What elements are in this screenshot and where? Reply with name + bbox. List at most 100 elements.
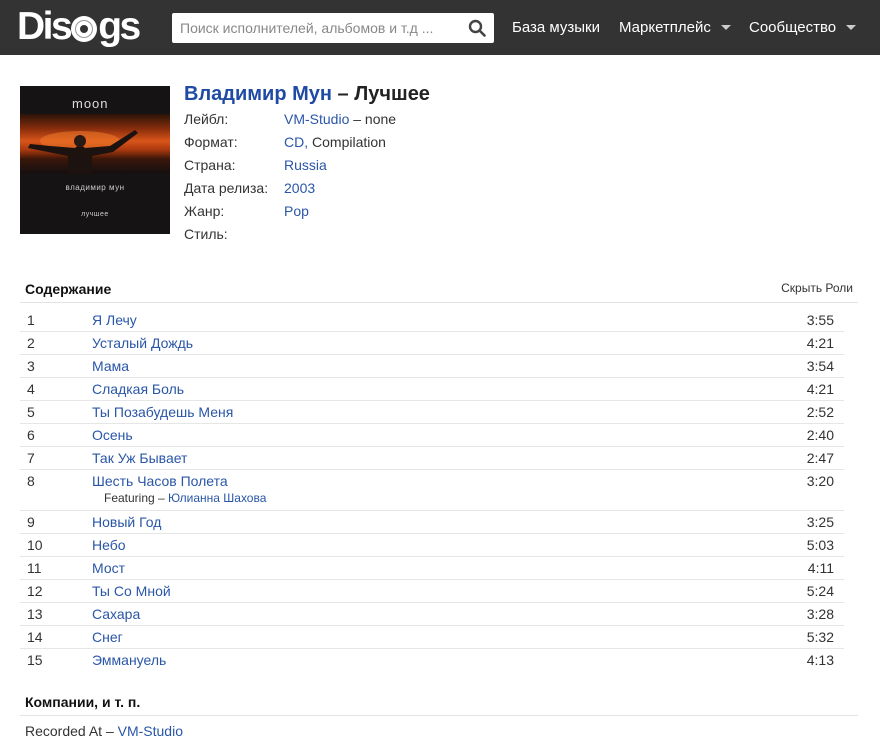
style-label: Стиль: (184, 226, 228, 242)
tracklist-header: Содержание Скрыть Роли (20, 277, 858, 303)
track-title-link[interactable]: Снег (92, 628, 123, 646)
hide-credits-toggle[interactable]: Скрыть Роли (781, 281, 853, 295)
label-link[interactable]: VM-Studio (284, 111, 349, 127)
track-position: 11 (27, 560, 42, 576)
track-row: 12 Ты Со Мной 5:24 (20, 580, 844, 603)
companies-header: Компании, и т. п. (20, 690, 858, 716)
track-position: 2 (27, 335, 35, 351)
track-position: 9 (27, 514, 35, 530)
credit-artist-link[interactable]: Юлианна Шахова (168, 491, 266, 505)
track-position: 5 (27, 404, 35, 420)
track-title-link[interactable]: Эммануель (92, 651, 166, 669)
track-row: 2 Усталый Дождь 4:21 (20, 332, 844, 355)
search-box (172, 13, 494, 43)
page-title: Владимир Мун – Лучшее (184, 83, 430, 106)
track-credit: Featuring – Юлианна Шахова (104, 491, 266, 505)
track-position: 3 (27, 358, 35, 374)
cover-top-text: moon (72, 96, 109, 111)
country-label: Страна: (184, 157, 236, 173)
track-duration: 3:55 (806, 312, 834, 328)
track-duration: 5:03 (806, 537, 834, 553)
track-position: 7 (27, 450, 35, 466)
track-title-link[interactable]: Сахара (92, 605, 140, 623)
track-title-link[interactable]: Новый Год (92, 513, 161, 531)
track-row: 3 Мама 3:54 (20, 355, 844, 378)
track-position: 6 (27, 427, 35, 443)
tracklist-heading: Содержание (25, 281, 112, 297)
company-role: Recorded At – (25, 723, 118, 739)
search-icon (468, 19, 486, 37)
nav-community-label: Сообщество (749, 19, 837, 36)
discogs-logo[interactable]: Dis gs (17, 4, 141, 50)
nav-database-label: База музыки (512, 19, 600, 36)
logo-text-right: gs (98, 5, 141, 48)
track-title-link[interactable]: Усталый Дождь (92, 334, 193, 352)
artist-link[interactable]: Владимир Мун (184, 83, 332, 105)
track-row: 14 Снег 5:32 (20, 626, 844, 649)
caret-down-icon (720, 24, 731, 30)
company-link[interactable]: VM-Studio (118, 723, 183, 739)
track-row: 11 Мост 4:11 (20, 557, 844, 580)
track-position: 15 (27, 652, 43, 668)
track-duration: 2:52 (806, 404, 834, 420)
track-row: 1 Я Лечу 3:55 (20, 309, 844, 332)
track-title-link[interactable]: Небо (92, 536, 126, 554)
track-duration: 2:47 (806, 450, 834, 466)
title-separator: – (332, 83, 355, 105)
genre-link[interactable]: Pop (284, 203, 309, 219)
released-link[interactable]: 2003 (284, 180, 315, 196)
format-link[interactable]: CD, (284, 134, 308, 150)
track-title-link[interactable]: Мама (92, 357, 129, 375)
track-position: 1 (27, 312, 35, 328)
profile-row-format: Формат: CD, Compilation (184, 132, 396, 155)
release-profile: Лейбл: VM-Studio – none Формат: CD, Compil… (184, 109, 396, 247)
track-title-link[interactable]: Шесть Часов Полета (92, 472, 228, 490)
format-label: Формат: (184, 134, 238, 150)
track-duration: 4:11 (807, 560, 834, 576)
track-duration: 3:20 (806, 473, 834, 489)
track-row: 13 Сахара 3:28 (20, 603, 844, 626)
top-bar: Disgs База музыки Маркетплейс Сообщество (0, 0, 880, 55)
track-position: 12 (27, 583, 43, 599)
track-row: 15 Эммануель 4:13 (20, 649, 844, 672)
track-title-link[interactable]: Так Уж Бывает (92, 449, 187, 467)
track-row: 7 Так Уж Бывает 2:47 (20, 447, 844, 470)
track-title-link[interactable]: Я Лечу (92, 311, 137, 329)
nav-database[interactable]: База музыки (512, 0, 600, 55)
track-title-link[interactable]: Мост (92, 559, 125, 577)
track-duration: 3:54 (806, 358, 834, 374)
profile-row-label: Лейбл: VM-Studio – none (184, 109, 396, 132)
nav-marketplace[interactable]: Маркетплейс (619, 0, 731, 55)
companies-heading: Компании, и т. п. (25, 694, 141, 710)
nav-community[interactable]: Сообщество (749, 0, 857, 55)
search-button[interactable] (460, 13, 494, 43)
track-row: 8 Шесть Часов Полета 3:20 Featuring – Юл… (20, 470, 844, 511)
track-row: 9 Новый Год 3:25 (20, 511, 844, 534)
tracklist: 1 Я Лечу 3:55 2 Усталый Дождь 4:21 3 Мам… (20, 309, 844, 672)
track-duration: 5:24 (806, 583, 834, 599)
country-link[interactable]: Russia (284, 157, 327, 173)
track-duration: 4:21 (806, 335, 834, 351)
profile-row-released: Дата релиза: 2003 (184, 178, 396, 201)
track-duration: 2:40 (806, 427, 834, 443)
track-title-link[interactable]: Сладкая Боль (92, 380, 184, 398)
track-title-link[interactable]: Ты Со Мной (92, 582, 171, 600)
track-title-link[interactable]: Осень (92, 426, 133, 444)
companies-list-item: Recorded At – VM-Studio (25, 722, 183, 740)
profile-row-genre: Жанр: Pop (184, 201, 396, 224)
search-input[interactable] (172, 13, 458, 43)
track-title-link[interactable]: Ты Позабудешь Меня (92, 403, 233, 421)
track-row: 10 Небо 5:03 (20, 534, 844, 557)
track-position: 4 (27, 381, 35, 397)
track-position: 14 (27, 629, 43, 645)
album-cover[interactable]: moon владимир мун лучшее (20, 86, 170, 234)
release-title: Лучшее (354, 83, 430, 105)
caret-down-icon (846, 24, 857, 30)
profile-row-country: Страна: Russia (184, 155, 396, 178)
cover-title-text: лучшее (81, 211, 109, 218)
cover-artist-text: владимир мун (65, 183, 125, 192)
track-row: 5 Ты Позабудешь Меня 2:52 (20, 401, 844, 424)
credit-role: Featuring – (104, 491, 169, 505)
track-position: 8 (27, 473, 35, 489)
track-duration: 3:28 (806, 606, 834, 622)
